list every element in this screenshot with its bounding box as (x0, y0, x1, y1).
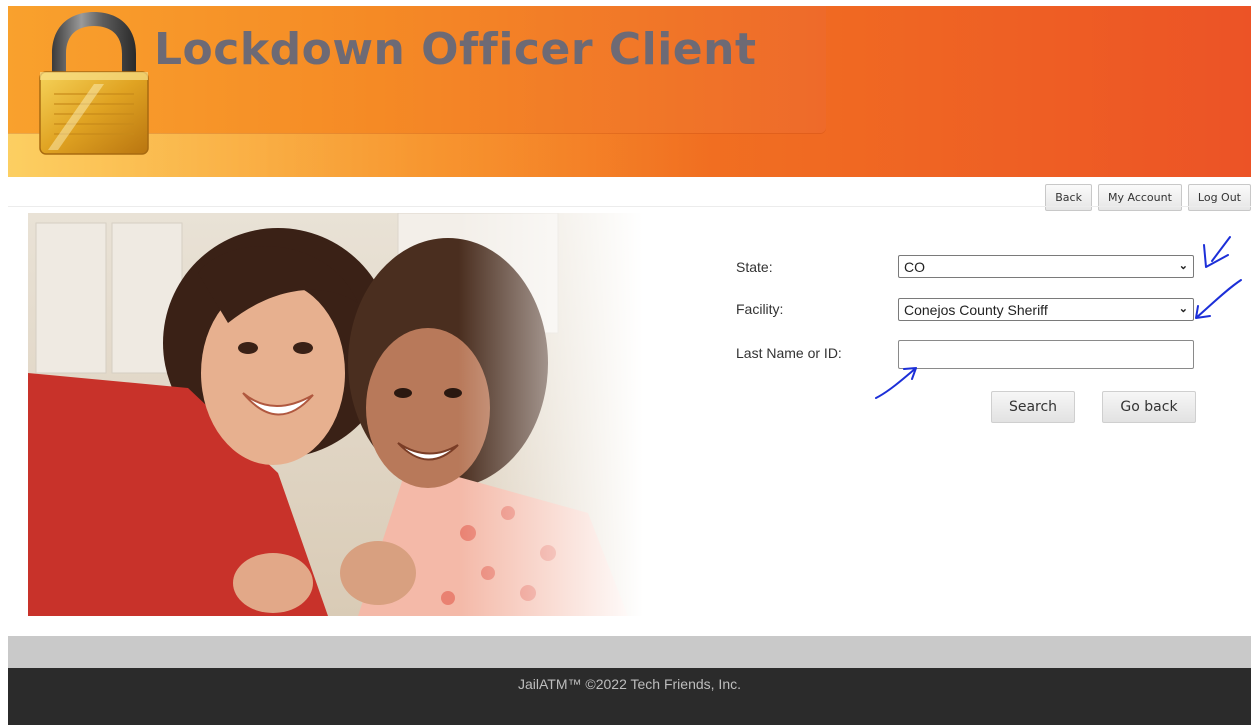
search-form: State: CO ⌄ Facility: Conejos County She… (736, 246, 1206, 446)
mother-daughter-photo (28, 213, 643, 616)
state-select[interactable]: CO ⌄ (898, 255, 1194, 278)
state-label: State: (736, 259, 773, 275)
last-name-label: Last Name or ID: (736, 345, 842, 361)
facility-select[interactable]: Conejos County Sheriff ⌄ (898, 298, 1194, 321)
facility-row: Facility: (736, 296, 783, 322)
toolbar-divider (8, 206, 1251, 207)
state-select-value: CO (904, 258, 925, 275)
state-row: State: (736, 254, 773, 280)
app-title: Lockdown Officer Client (154, 24, 757, 75)
chevron-down-icon: ⌄ (1178, 260, 1188, 272)
facility-label: Facility: (736, 301, 784, 317)
padlock-icon (39, 12, 149, 155)
chevron-down-icon: ⌄ (1178, 303, 1188, 315)
last-name-input[interactable] (898, 340, 1194, 369)
last-name-row: Last Name or ID: (736, 340, 842, 366)
footer-bar (8, 636, 1251, 668)
go-back-button[interactable]: Go back (1102, 391, 1196, 423)
facility-select-value: Conejos County Sheriff (904, 301, 1048, 318)
app-header: Lockdown Officer Client (8, 6, 1251, 177)
search-button[interactable]: Search (991, 391, 1075, 423)
page: Lockdown Officer Client Back My Account … (8, 6, 1251, 725)
footer: JailATM™ ©2022 Tech Friends, Inc. (8, 668, 1251, 725)
hero-photo (28, 213, 643, 616)
footer-copyright: JailATM™ ©2022 Tech Friends, Inc. (518, 676, 741, 692)
